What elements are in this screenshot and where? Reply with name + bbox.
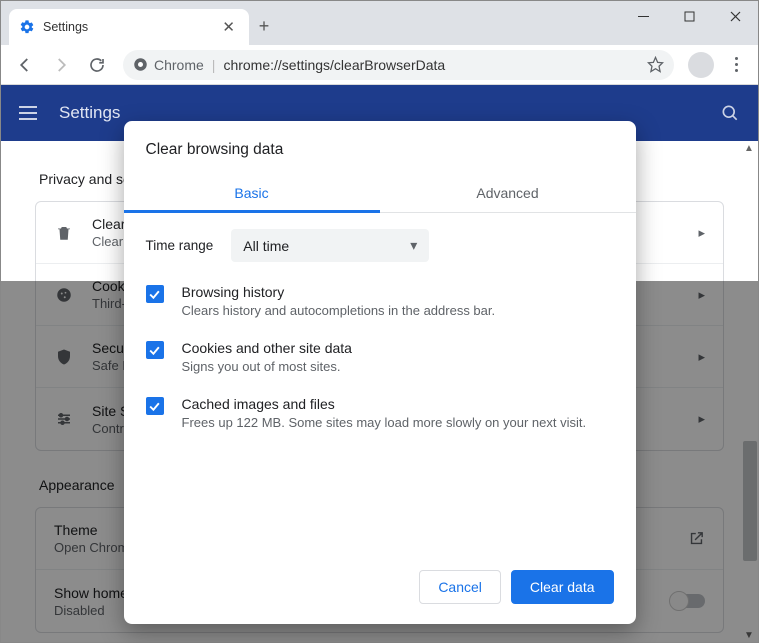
gear-icon — [19, 19, 35, 35]
dialog-tabs: Basic Advanced — [124, 173, 636, 213]
chevron-right-icon: ▸ — [698, 225, 705, 241]
checkbox-browsing-history[interactable] — [146, 285, 164, 303]
search-icon[interactable] — [720, 103, 740, 123]
url-text: chrome://settings/clearBrowserData — [223, 57, 639, 73]
profile-avatar[interactable] — [688, 52, 714, 78]
menu-icon[interactable] — [19, 106, 37, 120]
tab-basic[interactable]: Basic — [124, 173, 380, 212]
dialog-title: Clear browsing data — [124, 121, 636, 173]
clear-browsing-data-dialog: Clear browsing data Basic Advanced Time … — [124, 121, 636, 624]
separator: | — [212, 57, 216, 73]
trash-icon — [54, 224, 74, 242]
checkbox-cached[interactable] — [146, 397, 164, 415]
option-cookies: Cookies and other site data Signs you out… — [146, 340, 614, 374]
time-range-select[interactable]: All time ▾ — [231, 229, 429, 262]
time-range-label: Time range — [146, 238, 214, 253]
chrome-icon — [133, 57, 148, 72]
page-title: Settings — [59, 103, 120, 123]
close-window-button[interactable] — [712, 1, 758, 31]
address-bar[interactable]: Chrome | chrome://settings/clearBrowserD… — [123, 50, 674, 80]
chip-label: Chrome — [154, 57, 204, 73]
window-controls — [620, 1, 758, 31]
option-sub: Frees up 122 MB. Some sites may load mor… — [182, 415, 587, 430]
scroll-up[interactable]: ▲ — [742, 141, 756, 155]
maximize-button[interactable] — [666, 1, 712, 31]
checkbox-cookies[interactable] — [146, 341, 164, 359]
back-button[interactable] — [9, 49, 41, 81]
browser-tab[interactable]: Settings ✕ — [9, 9, 249, 45]
bookmark-star-icon[interactable] — [647, 56, 664, 73]
tab-advanced[interactable]: Advanced — [380, 173, 636, 212]
option-browsing-history: Browsing history Clears history and autoc… — [146, 284, 614, 318]
site-chip: Chrome — [133, 57, 204, 73]
option-sub: Clears history and autocompletions in th… — [182, 303, 496, 318]
clear-data-button[interactable]: Clear data — [511, 570, 614, 604]
option-title: Cookies and other site data — [182, 340, 352, 356]
window-titlebar: Settings ✕ + — [1, 1, 758, 45]
chevron-down-icon: ▾ — [410, 237, 417, 254]
browser-menu-button[interactable] — [722, 57, 750, 72]
new-tab-button[interactable]: + — [249, 11, 279, 41]
reload-button[interactable] — [81, 49, 113, 81]
minimize-button[interactable] — [620, 1, 666, 31]
forward-button[interactable] — [45, 49, 77, 81]
time-range-value: All time — [243, 238, 289, 254]
cancel-button[interactable]: Cancel — [419, 570, 501, 604]
option-title: Browsing history — [182, 284, 496, 300]
option-title: Cached images and files — [182, 396, 587, 412]
tab-title: Settings — [43, 20, 210, 34]
option-cached: Cached images and files Frees up 122 MB. … — [146, 396, 614, 430]
browser-toolbar: Chrome | chrome://settings/clearBrowserD… — [1, 45, 758, 85]
option-sub: Signs you out of most sites. — [182, 359, 352, 374]
close-icon[interactable]: ✕ — [218, 18, 239, 36]
